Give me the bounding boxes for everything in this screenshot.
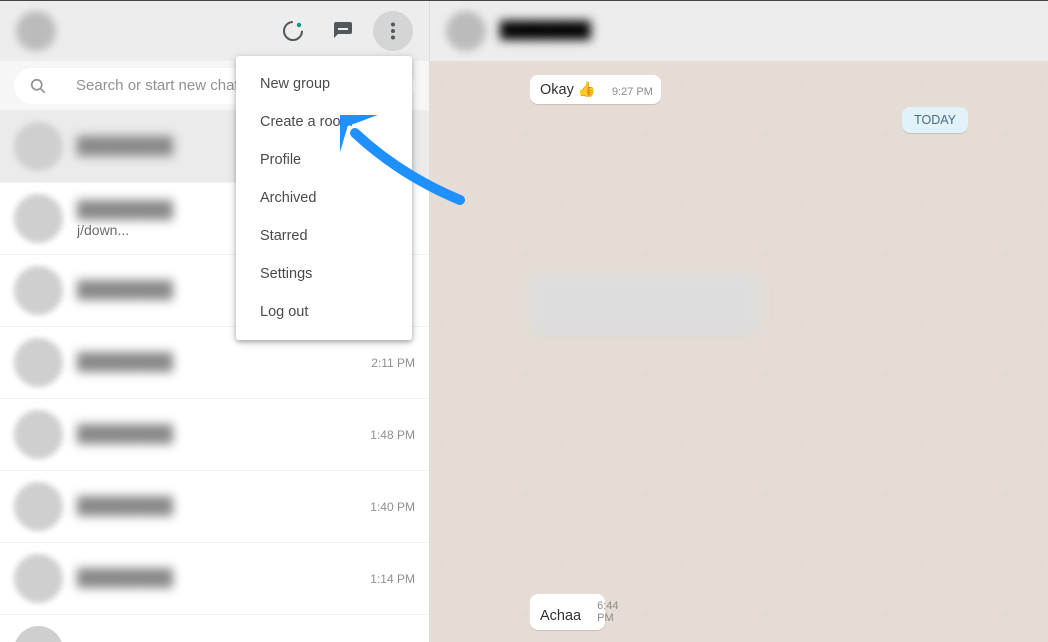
message-text: Achaa	[540, 608, 581, 624]
message-bubble: Okay 👍 9:27 PM	[530, 75, 661, 104]
chat-name: ████████	[77, 496, 173, 516]
options-menu: New groupCreate a roomProfileArchivedSta…	[236, 56, 412, 340]
message-bubble: Achaa 6:44 PM	[530, 594, 605, 630]
chat-name: ████████	[77, 280, 173, 300]
chat-name: ████████	[77, 200, 173, 220]
menu-item-starred[interactable]: Starred	[236, 217, 412, 255]
chat-avatar	[14, 410, 63, 459]
contact-avatar	[446, 11, 486, 51]
chat-avatar	[14, 266, 63, 315]
chat-name: ████████	[77, 352, 173, 372]
user-avatar[interactable]	[16, 11, 56, 51]
menu-item-create-a-room[interactable]: Create a room	[236, 103, 412, 141]
message-text: ██████████████████████	[540, 280, 766, 296]
chat-avatar	[14, 554, 63, 603]
menu-item-profile[interactable]: Profile	[236, 141, 412, 179]
message-time: 6:44 PM	[597, 600, 618, 624]
message-text: Okay 👍	[540, 81, 596, 98]
conversation-body: Okay 👍 9:27 PM TODAY ███████████████████…	[430, 61, 1048, 642]
chat-avatar	[14, 338, 63, 387]
chat-name: ████████	[77, 424, 173, 444]
sidebar-header	[0, 1, 429, 61]
chat-avatar	[14, 482, 63, 531]
chat-time: 1:14 PM	[370, 572, 415, 586]
chat-avatar	[14, 626, 63, 642]
menu-item-log-out[interactable]: Log out	[236, 293, 412, 331]
chat-list-item[interactable]: ████████ 1:14 PM	[0, 543, 429, 615]
new-chat-icon[interactable]	[323, 11, 363, 51]
contact-name: ████████	[500, 22, 591, 40]
chat-list-item[interactable]: ████████ 1:48 PM	[0, 399, 429, 471]
conversation-header[interactable]: ████████	[430, 1, 1048, 61]
menu-item-archived[interactable]: Archived	[236, 179, 412, 217]
chat-avatar	[14, 194, 63, 243]
menu-item-new-group[interactable]: New group	[236, 65, 412, 103]
chat-time: 1:40 PM	[370, 500, 415, 514]
app-root: ████████████████j/down...███████████████…	[0, 0, 1048, 642]
menu-icon[interactable]	[373, 11, 413, 51]
menu-item-settings[interactable]: Settings	[236, 255, 412, 293]
chat-time: 2:11 PM	[371, 356, 415, 370]
conversation-pane: ████████ Okay 👍 9:27 PM TODAY	[430, 1, 1048, 642]
message-bubble: ██████████████████████	[530, 274, 760, 334]
chat-name: ████████	[77, 568, 173, 588]
chat-name: ████████	[77, 136, 173, 156]
chat-list-item[interactable]: Ram Mandir @5 Augyesterday	[0, 615, 429, 642]
message-time: 9:27 PM	[612, 86, 653, 98]
status-icon[interactable]	[273, 11, 313, 51]
chat-list-item[interactable]: ████████ 1:40 PM	[0, 471, 429, 543]
date-separator: TODAY	[902, 107, 968, 133]
search-icon	[28, 76, 48, 96]
chat-avatar	[14, 122, 63, 171]
chat-time: 1:48 PM	[370, 428, 415, 442]
